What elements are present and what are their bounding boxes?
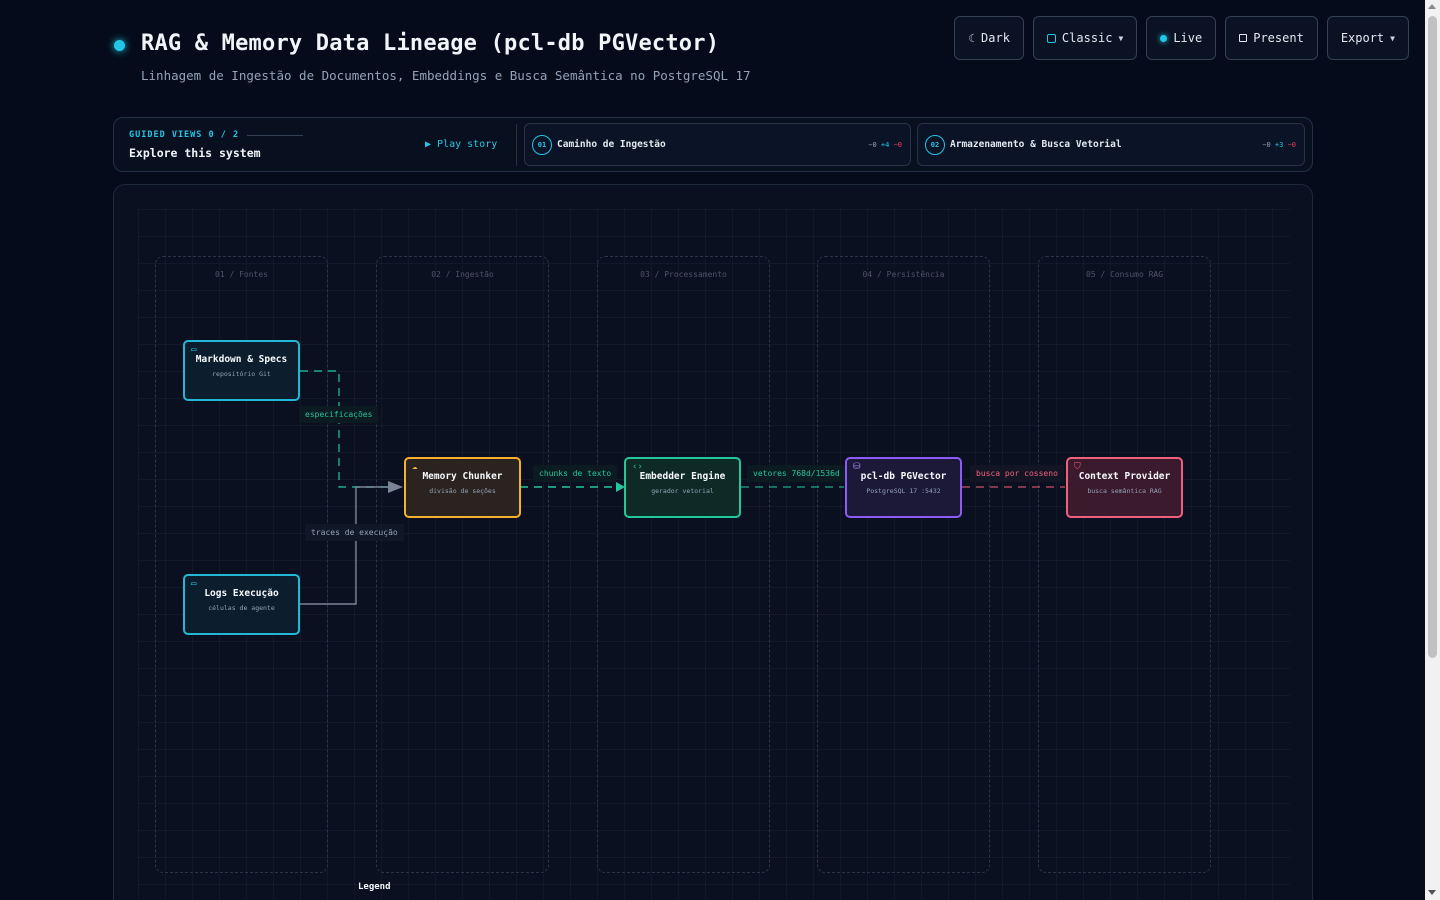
export-button[interactable]: Export ▼ [1326,16,1409,60]
node-title: pcl-db PGVector [860,471,947,482]
edge-traces [300,486,399,605]
theme-label: Classic [1061,31,1113,45]
present-button[interactable]: Present [1225,16,1318,60]
edge-label-chunks: chunks de texto [533,465,618,482]
scroll-down-arrow-icon[interactable] [1428,890,1436,895]
node-title: Context Provider [1078,471,1171,482]
node-memory-chunker[interactable]: ☁ Memory Chunker divisão de seções [404,457,521,518]
edge-label-especificacoes: especificações [299,406,379,423]
scroll-up-arrow-icon[interactable] [1428,4,1436,9]
live-button[interactable]: Live [1146,16,1217,60]
database-icon: ⛁ [853,462,861,472]
live-label: Live [1173,31,1203,45]
node-title: Memory Chunker [422,471,503,482]
guided-view-card-armazenamento[interactable]: 02 Armazenamento & Busca Vetorial −0 +3 … [917,123,1305,166]
guided-view-card-ingestao[interactable]: 01 Caminho de Ingestão −0 +4 −0 [524,123,911,166]
page-subtitle: Linhagem de Ingestão de Documentos, Embe… [141,68,751,83]
node-subtitle: busca semântica RAG [1087,487,1162,495]
node-title: Markdown & Specs [195,354,288,365]
toolbar: ☾ Dark Classic ▼ Live Present Export ▼ [954,16,1409,60]
diagram-canvas[interactable]: 01 / Fontes 02 / Ingestão 03 / Processam… [113,184,1313,900]
edge-label-busca: busca por cosseno [970,465,1064,482]
edge-especificacoes [300,370,399,488]
chevron-down-icon: ▼ [1390,33,1395,43]
node-subtitle: divisão de seções [429,487,496,495]
edge-label-vetores: vetores 768d/1536d [747,465,846,482]
node-pcl-db-pgvector[interactable]: ⛁ pcl-db PGVector PostgreSQL 17 :5432 [845,457,962,518]
node-title: Logs Execução [204,588,279,599]
node-embedder-engine[interactable]: ‹› Embedder Engine gerador vetorial [624,457,741,518]
page-title: RAG & Memory Data Lineage (pcl-db PGVect… [141,31,720,56]
node-subtitle: PostgreSQL 17 :5432 [866,487,941,495]
view-name: Armazenamento & Busca Vetorial [950,139,1122,150]
view-number-badge: 01 [532,135,552,155]
node-subtitle: células de agente [208,604,275,612]
code-icon: ‹› [632,462,643,472]
view-delta: −0 +3 −0 [1262,141,1296,149]
node-title: Embedder Engine [639,471,726,482]
node-markdown-specs[interactable]: ▭ Markdown & Specs repositório Git [183,340,300,401]
node-subtitle: repositório Git [212,370,271,378]
theme-select-button[interactable]: Classic ▼ [1032,16,1138,60]
theme-icon [1046,33,1056,43]
scrollbar-thumb[interactable] [1428,16,1437,658]
moon-icon: ☾ [968,31,976,45]
legend-title[interactable]: Legend [358,882,391,892]
present-label: Present [1253,31,1304,45]
guided-divider [516,124,517,166]
node-logs-execucao[interactable]: ▭ Logs Execução células de agente [183,574,300,635]
view-number-badge: 02 [925,135,945,155]
present-icon [1239,34,1248,42]
kicker-divider [247,134,304,136]
live-status-dot [114,40,125,51]
page-scrollbar[interactable] [1425,0,1440,900]
live-dot-icon [1160,34,1168,42]
shield-icon: ⛉ [1074,462,1081,472]
file-icon: ▭ [191,579,197,589]
edge-label-traces: traces de execução [305,524,404,541]
export-label: Export [1340,31,1385,45]
node-context-provider[interactable]: ⛉ Context Provider busca semântica RAG [1066,457,1183,518]
arrowhead [388,481,403,493]
view-delta: −0 +4 −0 [868,141,902,149]
file-icon: ▭ [191,345,197,355]
view-name: Caminho de Ingestão [557,139,666,150]
node-subtitle: gerador vetorial [651,487,714,495]
chevron-down-icon: ▼ [1118,33,1124,43]
edges-layer [300,370,1065,605]
cloud-icon: ☁ [412,462,418,472]
play-story-button[interactable]: ▶ Play story [425,139,497,150]
guided-views-bar: GUIDED VIEWS 0 / 2 Explore this system ▶… [113,117,1313,172]
dark-mode-button[interactable]: ☾ Dark [954,16,1024,60]
dark-mode-label: Dark [981,31,1010,45]
